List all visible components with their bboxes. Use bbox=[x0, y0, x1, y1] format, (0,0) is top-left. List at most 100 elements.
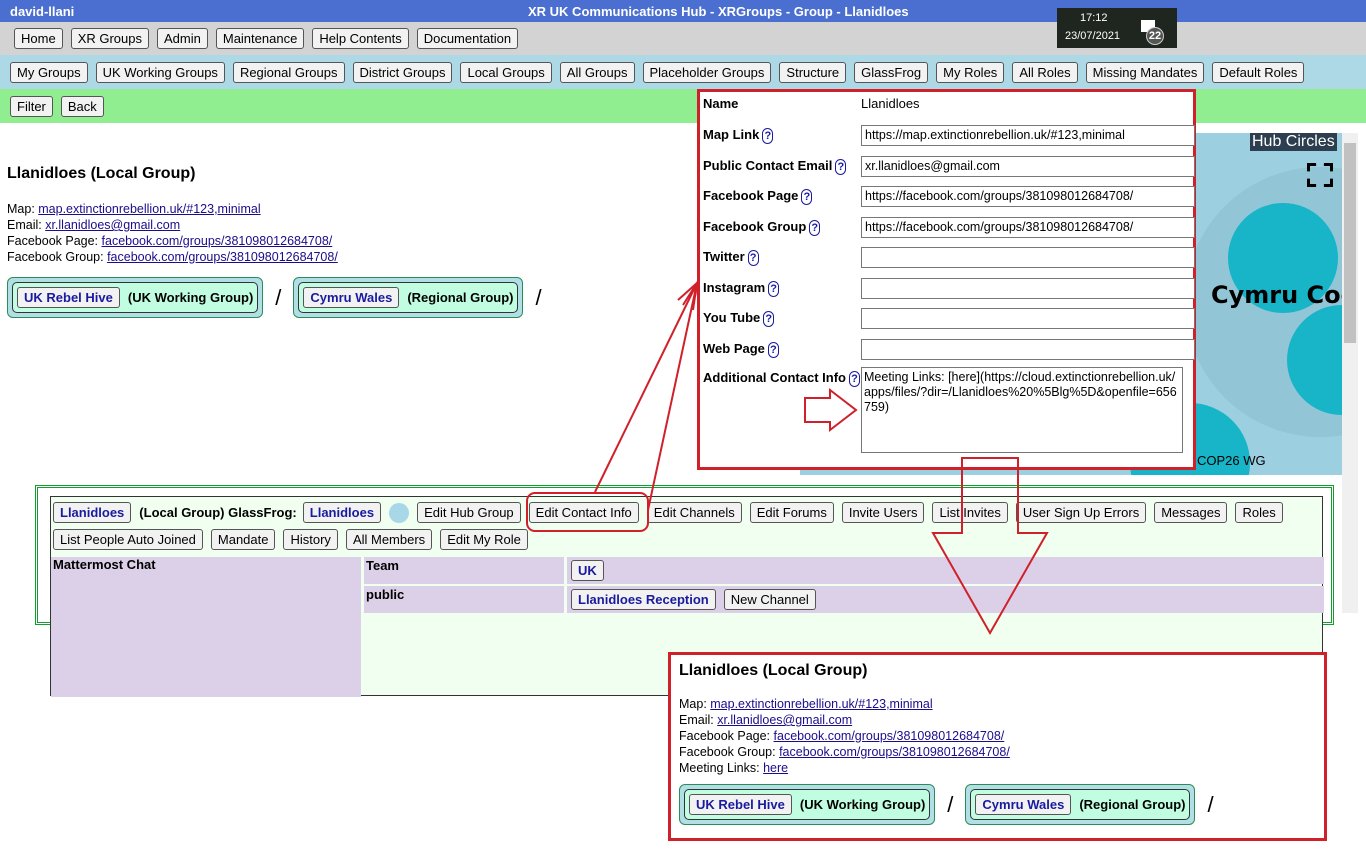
notification-count[interactable]: 22 bbox=[1146, 27, 1164, 45]
you-tube-label: You Tube? bbox=[703, 310, 775, 327]
parent-group-inner: Cymru Wales (Regional Group) bbox=[970, 789, 1191, 820]
email-label: Email: bbox=[7, 218, 46, 232]
twitter-input[interactable] bbox=[861, 247, 1195, 268]
nav-local-groups-button[interactable]: Local Groups bbox=[460, 61, 552, 83]
public-contact-email-input[interactable]: xr.llanidloes@gmail.com bbox=[861, 155, 1195, 177]
nav-xr-groups-button[interactable]: XR Groups bbox=[70, 28, 149, 49]
user-sign-up-errors-button[interactable]: User Sign Up Errors bbox=[1015, 502, 1147, 523]
parent-group-pill: Cymru Wales (Regional Group) bbox=[965, 784, 1196, 825]
facebook-page-label: Facebook Page? bbox=[703, 188, 813, 205]
nav-missing-mandates-button[interactable]: Missing Mandates bbox=[1085, 61, 1205, 83]
web-page-label-text: Web Page bbox=[703, 340, 765, 356]
scrollbar[interactable] bbox=[1342, 133, 1358, 613]
help-icon[interactable]: ? bbox=[767, 341, 779, 358]
nav-my-roles-button[interactable]: My Roles bbox=[936, 61, 1005, 83]
nav-district-groups-button[interactable]: District Groups bbox=[352, 61, 453, 83]
group-title: Llanidloes (Local Group) bbox=[7, 165, 196, 182]
email-link[interactable]: xr.llanidloes@gmail.com bbox=[45, 218, 180, 232]
help-icon[interactable]: ? bbox=[762, 128, 774, 144]
filter-button[interactable]: Filter bbox=[10, 95, 53, 117]
email-link[interactable]: xr.llanidloes@gmail.com bbox=[717, 713, 852, 727]
instagram-input[interactable] bbox=[861, 277, 1195, 299]
parent-group-type: (UK Working Group) bbox=[127, 290, 254, 305]
glassfrog-icon[interactable] bbox=[389, 502, 410, 523]
clock-time: 17:12 bbox=[1080, 12, 1108, 24]
chat-row-cell: Llanidloes Reception New Channel bbox=[567, 586, 1324, 613]
chat-row-label-text: public bbox=[366, 587, 405, 602]
parent-group-link[interactable]: Cymru Wales bbox=[303, 287, 400, 308]
groups-nav: My Groups UK Working Groups Regional Group… bbox=[0, 55, 1366, 89]
facebook-group-link[interactable]: facebook.com/groups/381098012684708/ bbox=[107, 250, 338, 264]
nav-all-roles-button[interactable]: All Roles bbox=[1012, 61, 1078, 83]
glassfrog-link[interactable]: Llanidloes bbox=[302, 502, 382, 523]
invite-users-button[interactable]: Invite Users bbox=[841, 502, 925, 523]
nav-home-button[interactable]: Home bbox=[14, 28, 63, 49]
group-info: Llanidloes (Local Group) Map: map.extinc… bbox=[7, 165, 554, 318]
nav-admin-button[interactable]: Admin bbox=[157, 28, 208, 49]
nav-structure-button[interactable]: Structure bbox=[779, 61, 847, 83]
nav-my-groups-button[interactable]: My Groups bbox=[10, 61, 88, 83]
scrollbar-thumb[interactable] bbox=[1344, 143, 1356, 343]
history-button[interactable]: History bbox=[283, 529, 338, 550]
instagram-label-text: Instagram bbox=[703, 279, 766, 295]
clock-date: 23/07/2021 bbox=[1065, 30, 1121, 42]
nav-regional-groups-button[interactable]: Regional Groups bbox=[232, 61, 345, 83]
parent-group-link[interactable]: Cymru Wales bbox=[975, 794, 1072, 815]
help-icon[interactable]: ? bbox=[801, 189, 813, 205]
parent-group-link[interactable]: UK Rebel Hive bbox=[17, 287, 120, 308]
edit-my-role-button[interactable]: Edit My Role bbox=[440, 529, 528, 550]
facebook-page-input[interactable]: https://facebook.com/groups/381098012684… bbox=[861, 186, 1195, 207]
additional-contact-input[interactable]: Meeting Links: [here](https://cloud.exti… bbox=[861, 367, 1183, 453]
help-icon[interactable]: ? bbox=[747, 250, 759, 266]
arrow-line bbox=[594, 282, 698, 493]
twitter-label: Twitter? bbox=[703, 249, 759, 266]
channel-button[interactable]: Llanidloes Reception bbox=[571, 589, 716, 610]
channel-button[interactable]: New Channel bbox=[723, 589, 816, 610]
web-page-input[interactable] bbox=[861, 338, 1195, 360]
channel-button[interactable]: UK bbox=[571, 560, 604, 581]
roles-button[interactable]: Roles bbox=[1235, 502, 1283, 523]
nav-all-groups-button[interactable]: All Groups bbox=[559, 61, 635, 83]
nav-glassfrog-button[interactable]: GlassFrog bbox=[854, 61, 929, 83]
nav-documentation-button[interactable]: Documentation bbox=[416, 28, 519, 49]
edit-contact-info-button[interactable]: Edit Contact Info bbox=[528, 502, 639, 523]
nav-uk-working-groups-button[interactable]: UK Working Groups bbox=[95, 61, 225, 83]
help-icon[interactable]: ? bbox=[848, 371, 860, 387]
edit-hub-group-button[interactable]: Edit Hub Group bbox=[417, 502, 521, 523]
you-tube-input[interactable] bbox=[861, 308, 1195, 329]
help-icon[interactable]: ? bbox=[809, 219, 821, 236]
messages-button[interactable]: Messages bbox=[1154, 502, 1228, 523]
all-members-button[interactable]: All Members bbox=[345, 529, 433, 550]
group-link[interactable]: Llanidloes bbox=[53, 502, 132, 523]
nav-help-contents-button[interactable]: Help Contents bbox=[312, 28, 409, 49]
twitter-label-text: Twitter bbox=[703, 249, 745, 264]
back-button[interactable]: Back bbox=[60, 95, 104, 117]
map-link-label-text: Map Link bbox=[703, 127, 760, 142]
map-link[interactable]: map.extinctionrebellion.uk/#123,minimal bbox=[710, 697, 932, 711]
parent-group-link[interactable]: UK Rebel Hive bbox=[689, 794, 792, 815]
username: david-llani bbox=[10, 3, 75, 19]
meeting-links-link[interactable]: here bbox=[763, 761, 788, 775]
nav-placeholder-groups-button[interactable]: Placeholder Groups bbox=[642, 61, 772, 83]
facebook-group-line: Facebook Group: facebook.com/groups/3810… bbox=[679, 744, 1226, 760]
map-link[interactable]: map.extinctionrebellion.uk/#123,minimal bbox=[38, 202, 260, 216]
help-icon[interactable]: ? bbox=[768, 280, 780, 297]
facebook-group-input[interactable]: https://facebook.com/groups/381098012684… bbox=[861, 216, 1195, 238]
mandate-button[interactable]: Mandate bbox=[210, 529, 276, 550]
list-invites-button[interactable]: List Invites bbox=[932, 502, 1008, 523]
map-link-input[interactable]: https://map.extinctionrebellion.uk/#123,… bbox=[861, 125, 1195, 146]
edit-channels-button[interactable]: Edit Channels bbox=[646, 502, 742, 523]
separator: / bbox=[947, 791, 954, 817]
edit-forums-button[interactable]: Edit Forums bbox=[749, 502, 834, 523]
clock-overlay: 17:12 23/07/2021 22 bbox=[1057, 8, 1177, 48]
facebook-page-link[interactable]: facebook.com/groups/381098012684708/ bbox=[774, 729, 1005, 743]
nav-default-roles-button[interactable]: Default Roles bbox=[1212, 61, 1305, 83]
facebook-page-link[interactable]: facebook.com/groups/381098012684708/ bbox=[102, 234, 333, 248]
separator: / bbox=[275, 284, 282, 310]
facebook-group-link[interactable]: facebook.com/groups/381098012684708/ bbox=[779, 745, 1010, 759]
name-value: Llanidloes bbox=[861, 96, 920, 111]
help-icon[interactable]: ? bbox=[835, 158, 847, 175]
nav-maintenance-button[interactable]: Maintenance bbox=[215, 28, 305, 49]
list-people-auto-joined-button[interactable]: List People Auto Joined bbox=[53, 529, 203, 550]
help-icon[interactable]: ? bbox=[763, 311, 775, 327]
